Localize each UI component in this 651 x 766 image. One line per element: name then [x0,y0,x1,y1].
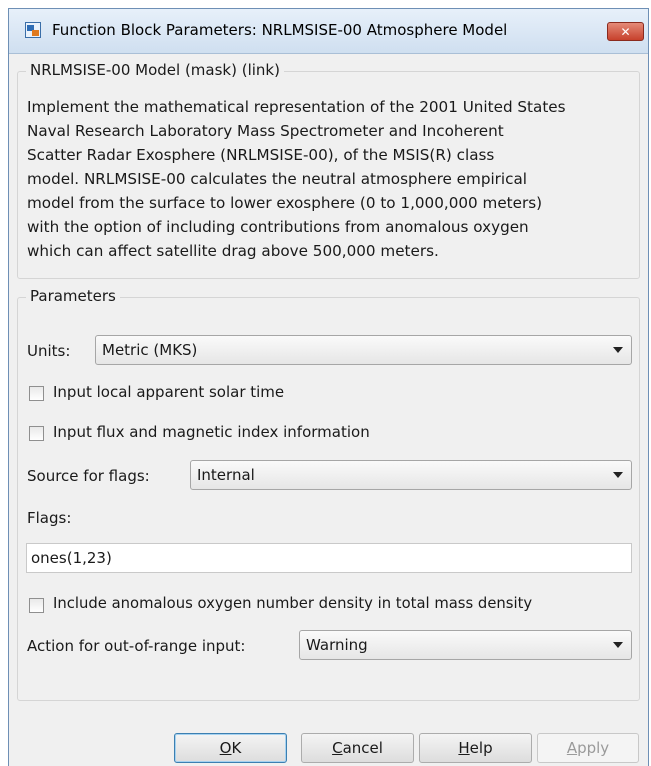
anomalous-oxygen-checkbox[interactable] [29,598,44,613]
description-line: model from the surface to lower exospher… [27,194,543,212]
simulink-block-icon [25,22,41,38]
cancel-button[interactable]: Cancel [301,733,414,763]
local-solar-time-checkbox[interactable] [29,386,44,401]
units-label: Units: [27,342,71,360]
mask-description-group: NRLMSISE-00 Model (mask) (link) Implemen… [17,61,640,279]
cancel-button-label: Cancel [332,739,383,757]
flags-label: Flags: [27,509,72,527]
dialog-window: Function Block Parameters: NRLMSISE-00 A… [8,8,649,766]
flags-input[interactable]: ones(1,23) [26,543,632,573]
ok-button[interactable]: OK [174,733,287,763]
chevron-down-icon [613,472,623,478]
close-button[interactable]: ✕ [607,22,644,41]
description-line: Naval Research Laboratory Mass Spectrome… [27,122,504,140]
out-of-range-dropdown[interactable]: Warning [299,630,632,660]
flux-magnetic-label[interactable]: Input flux and magnetic index informatio… [53,423,370,441]
mask-description-text: Implement the mathematical representatio… [27,95,627,263]
description-line: model. NRLMSISE-00 calculates the neutra… [27,170,528,188]
source-flags-value: Internal [197,466,255,484]
out-of-range-value: Warning [306,636,368,654]
mask-description-legend: NRLMSISE-00 Model (mask) (link) [26,61,284,79]
description-line: Implement the mathematical representatio… [27,98,566,116]
apply-button-label: Apply [566,739,610,757]
description-line: Scatter Radar Exosphere (NRLMSISE-00), o… [27,146,495,164]
units-dropdown[interactable]: Metric (MKS) [95,335,632,365]
ok-button-label: OK [219,739,242,757]
description-line: with the option of including contributio… [27,218,529,236]
chevron-down-icon [613,347,623,353]
source-flags-dropdown[interactable]: Internal [190,460,632,490]
window-title: Function Block Parameters: NRLMSISE-00 A… [52,21,508,39]
local-solar-time-label[interactable]: Input local apparent solar time [53,383,284,401]
parameters-legend: Parameters [26,287,120,305]
description-line: which can affect satellite drag above 50… [27,242,439,260]
help-button-label: Help [458,739,493,757]
source-flags-label: Source for flags: [27,467,150,485]
flux-magnetic-checkbox[interactable] [29,426,44,441]
parameters-group: Parameters Units: Metric (MKS) Input loc… [17,287,640,701]
anomalous-oxygen-label[interactable]: Include anomalous oxygen number density … [53,595,532,612]
help-button[interactable]: Help [419,733,532,763]
chevron-down-icon [613,642,623,648]
title-bar[interactable]: Function Block Parameters: NRLMSISE-00 A… [9,9,648,54]
out-of-range-label: Action for out-of-range input: [27,637,246,655]
flags-value: ones(1,23) [31,549,112,567]
units-value: Metric (MKS) [102,341,198,359]
apply-button[interactable]: Apply [537,733,639,763]
close-icon: ✕ [620,24,631,39]
